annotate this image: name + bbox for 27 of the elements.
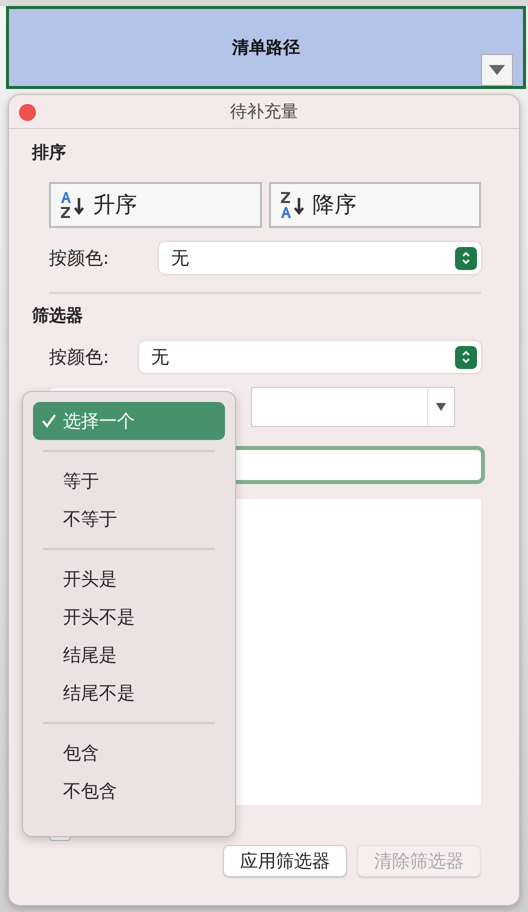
field-label: 按颜色: xyxy=(49,346,110,369)
close-button[interactable] xyxy=(19,104,36,121)
column-header-label: 清单路径 xyxy=(232,37,300,59)
section-heading: 排序 xyxy=(32,142,67,164)
section-heading: 筛选器 xyxy=(32,305,84,327)
menu-item[interactable]: 选择一个 xyxy=(33,402,225,440)
menu-item[interactable]: 包含 xyxy=(33,734,225,772)
value-combo-field[interactable] xyxy=(251,387,455,427)
menu-item[interactable]: 开头是 xyxy=(33,560,225,598)
stepper-icon xyxy=(455,246,477,270)
triangle-down-icon xyxy=(489,65,505,75)
menu-item[interactable]: 不包含 xyxy=(33,772,225,810)
color-select[interactable]: 无 xyxy=(139,341,481,373)
sort-descending-button[interactable]: 降序 xyxy=(268,182,481,228)
menu-item[interactable]: 结尾是 xyxy=(33,636,225,674)
menu-item[interactable]: 结尾不是 xyxy=(33,674,225,712)
sort-ascending-button[interactable]: 升序 xyxy=(49,182,262,228)
color-select[interactable]: 无 xyxy=(159,242,481,274)
filter-dropdown-button[interactable] xyxy=(481,54,513,86)
menu-item[interactable]: 开头不是 xyxy=(33,598,225,636)
field-label: 按颜色: xyxy=(49,247,110,270)
stepper-icon xyxy=(455,346,477,368)
apply-filter-button[interactable]: 应用筛选器 xyxy=(223,845,347,877)
menu-item[interactable]: 不等于 xyxy=(33,500,225,538)
menu-item[interactable]: 等于 xyxy=(33,462,225,500)
popover-title: 待补充量 xyxy=(230,101,298,123)
checkmark-icon xyxy=(41,413,57,429)
